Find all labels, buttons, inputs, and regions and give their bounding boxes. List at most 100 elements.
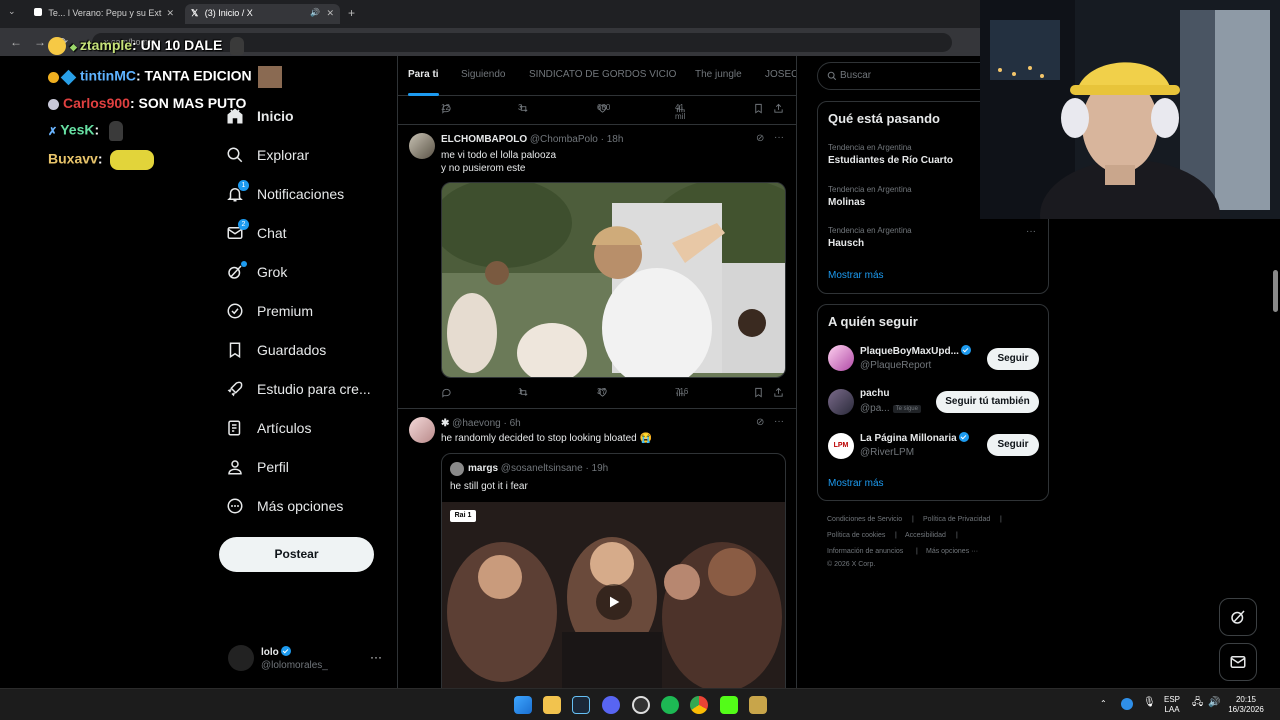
chrome-icon[interactable] xyxy=(690,696,708,714)
bookmark-button[interactable] xyxy=(753,387,764,398)
play-button[interactable] xyxy=(596,584,632,620)
nav-item-chat[interactable]: 2 Chat xyxy=(226,218,287,248)
tab-list-icon[interactable]: ⌄ xyxy=(8,6,16,17)
start-icon[interactable] xyxy=(514,696,532,714)
nav-item-notifications[interactable]: 1 Notificaciones xyxy=(226,179,344,209)
avatar[interactable] xyxy=(409,417,435,443)
scrollbar-thumb[interactable] xyxy=(1273,270,1278,312)
clock[interactable]: 20:15 16/3/2026 xyxy=(1226,695,1266,715)
reply-button[interactable] xyxy=(441,387,452,398)
views-button[interactable]: 716 xyxy=(675,387,688,398)
avatar[interactable] xyxy=(409,133,435,159)
follow-button[interactable]: Seguir xyxy=(987,348,1039,370)
nav-item-creator-studio[interactable]: Estudio para cre... xyxy=(226,374,371,404)
repost-button[interactable]: 3 xyxy=(518,103,529,114)
scrollbar[interactable] xyxy=(1271,225,1280,688)
post-button[interactable]: Postear xyxy=(219,537,374,572)
search-input[interactable]: Buscar xyxy=(817,62,997,90)
app-icon[interactable] xyxy=(749,696,767,714)
tab-list-sindicato[interactable]: SINDICATO DE GORDOS VICIO xyxy=(529,69,676,80)
tab-following[interactable]: Siguiendo xyxy=(461,69,505,80)
like-button[interactable]: 680 xyxy=(597,103,610,114)
grok-explain-icon[interactable]: ⊘ xyxy=(756,417,764,428)
nav-item-articles[interactable]: Artículos xyxy=(226,413,311,443)
nav-item-profile[interactable]: Perfil xyxy=(226,452,289,482)
views-button[interactable]: 41 mil xyxy=(675,103,686,121)
network-icon[interactable]: 🖧 xyxy=(1192,698,1203,708)
avatar[interactable]: LPM xyxy=(828,433,854,459)
avatar[interactable] xyxy=(828,345,854,371)
more-icon[interactable]: ··· xyxy=(774,416,784,427)
nav-item-bookmarks[interactable]: Guardados xyxy=(226,335,326,365)
footer-link-cookies[interactable]: Política de cookies xyxy=(827,532,885,539)
messages-fab[interactable] xyxy=(1219,643,1257,681)
footer-link-ads[interactable]: Información de anuncios xyxy=(827,548,903,555)
obs-icon[interactable] xyxy=(632,696,650,714)
chevron-up-icon[interactable]: ⌃ xyxy=(1100,699,1107,709)
bookmark-button[interactable] xyxy=(753,103,764,114)
quote-video[interactable]: Rai 1 xyxy=(442,502,785,688)
trend-item[interactable]: Hausch xyxy=(828,238,864,249)
more-icon[interactable]: ··· xyxy=(370,650,382,664)
tweet-time[interactable]: · 18h xyxy=(601,134,624,145)
nav-item-explore[interactable]: Explorar xyxy=(226,140,309,170)
forward-icon[interactable]: → xyxy=(34,35,46,49)
back-icon[interactable]: ← xyxy=(10,35,22,49)
microphone-icon[interactable]: 🎙 xyxy=(1143,698,1156,708)
repost-button[interactable]: 1 xyxy=(518,387,529,398)
quoted-tweet[interactable]: margs @sosaneltsinsane · 19h he still go… xyxy=(441,453,786,688)
volume-icon[interactable]: 🔊 xyxy=(1208,698,1220,708)
steam-icon[interactable] xyxy=(572,696,590,714)
show-more-link[interactable]: Mostrar más xyxy=(828,478,884,489)
browser-tab-stream[interactable]: Te... l Verano: Pepu y su Ext ✕ xyxy=(28,4,180,24)
grok-explain-icon[interactable]: ⊘ xyxy=(756,133,764,144)
more-icon[interactable]: ··· xyxy=(1026,226,1036,237)
follow-name[interactable]: pachu xyxy=(860,388,889,399)
file-explorer-icon[interactable] xyxy=(543,696,561,714)
footer-link-more[interactable]: Más opciones ··· xyxy=(926,548,978,555)
browser-tab-x[interactable]: 𝕏 (3) Inicio / X 🔊 ✕ xyxy=(185,4,340,24)
author-name[interactable]: ✱ xyxy=(441,418,449,429)
show-more-link[interactable]: Mostrar más xyxy=(828,270,884,281)
account-switcher[interactable]: lolo @lolomorales_ ··· xyxy=(228,642,388,678)
reply-icon xyxy=(442,388,451,398)
footer-link-privacy[interactable]: Política de Privacidad xyxy=(923,516,990,523)
tweet-time[interactable]: · 6h xyxy=(503,418,520,429)
nav-item-premium[interactable]: Premium xyxy=(226,296,313,326)
share-button[interactable] xyxy=(773,103,784,114)
author-handle[interactable]: @ChombaPolo xyxy=(530,134,598,145)
trend-item[interactable]: Molinas xyxy=(828,197,865,208)
nav-item-more[interactable]: Más opciones xyxy=(226,491,343,521)
discord-icon[interactable] xyxy=(602,696,620,714)
language-indicator[interactable]: ESP LAA xyxy=(1164,695,1180,715)
follow-name[interactable]: La Página Millonaria xyxy=(860,432,969,444)
new-tab-button[interactable]: + xyxy=(348,6,355,20)
reply-button[interactable]: 12 xyxy=(441,103,452,114)
tab-for-you[interactable]: Para ti xyxy=(408,69,439,80)
follow-back-button[interactable]: Seguir tú también xyxy=(936,391,1039,413)
follow-name[interactable]: PlaqueBoyMaxUpd... xyxy=(860,345,971,357)
close-icon[interactable]: ✕ xyxy=(166,8,174,19)
nav-label: Notificaciones xyxy=(257,186,345,202)
taskbar: ⌃ 🎙 ESP LAA 🖧 🔊 20:15 16/3/2026 xyxy=(0,688,1280,720)
author-name[interactable]: ELCHOMBAPOLO xyxy=(441,134,527,145)
close-icon[interactable]: ✕ xyxy=(326,8,334,19)
tab-list-jungle[interactable]: The jungle xyxy=(695,69,742,80)
author-handle[interactable]: @haevong xyxy=(452,418,501,429)
follow-button[interactable]: Seguir xyxy=(987,434,1039,456)
tweet-video[interactable] xyxy=(441,182,786,378)
more-icon[interactable]: ··· xyxy=(774,132,784,143)
footer-link-accessibility[interactable]: Accesibilidad xyxy=(905,532,946,539)
avatar[interactable] xyxy=(828,389,854,415)
tab-list-joseo[interactable]: JOSEO xyxy=(765,69,796,80)
shield-icon[interactable] xyxy=(1121,698,1133,710)
share-button[interactable] xyxy=(773,387,784,398)
trend-item[interactable]: Estudiantes de Río Cuarto xyxy=(828,155,953,166)
nav-item-grok[interactable]: Grok xyxy=(226,257,287,287)
speaker-icon[interactable]: 🔊 xyxy=(310,8,320,17)
footer-link-terms[interactable]: Condiciones de Servicio xyxy=(827,516,902,523)
kick-icon[interactable] xyxy=(720,696,738,714)
spotify-icon[interactable] xyxy=(661,696,679,714)
like-button[interactable]: 37 xyxy=(597,387,608,398)
grok-fab[interactable] xyxy=(1219,598,1257,636)
